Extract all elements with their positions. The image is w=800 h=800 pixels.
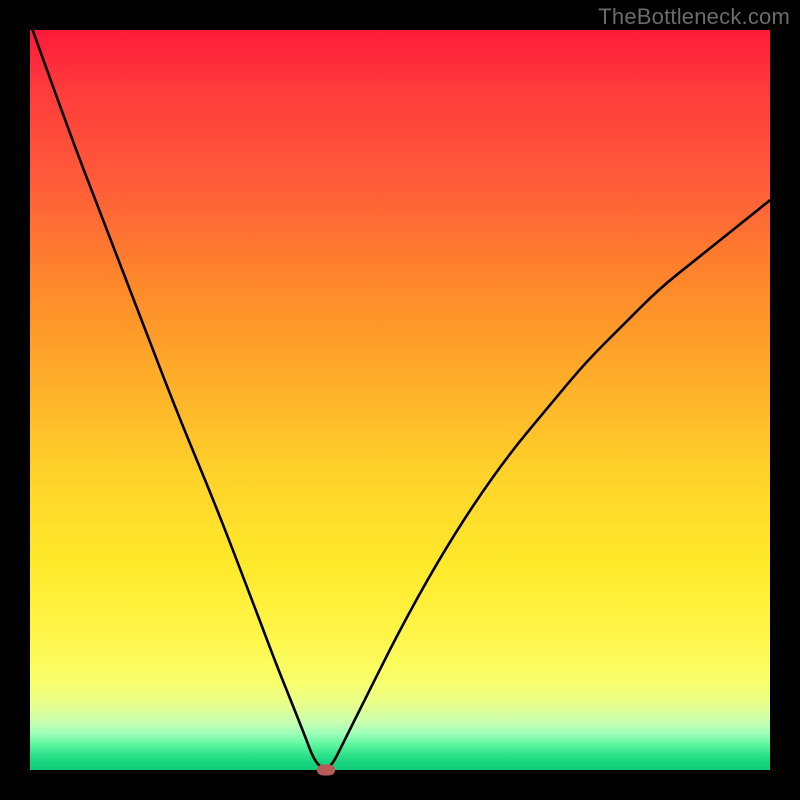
curve-path (30, 30, 770, 768)
bottleneck-curve (30, 30, 770, 770)
plot-area (30, 30, 770, 770)
chart-frame: TheBottleneck.com (0, 0, 800, 800)
watermark-text: TheBottleneck.com (598, 4, 790, 30)
optimal-point-marker (317, 765, 335, 776)
